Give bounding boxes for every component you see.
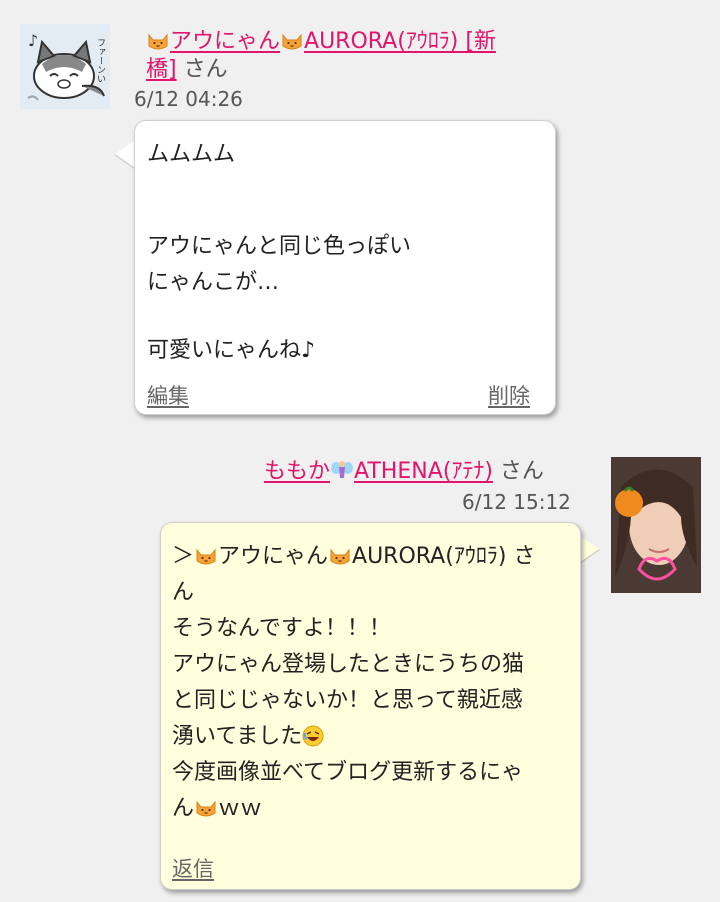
- author-avatar[interactable]: ♪ ファーンい: [20, 24, 110, 109]
- quote-line: ＞アウにゃん AURORA(ｱｳﾛﾗ) さ: [172, 544, 536, 569]
- post-timestamp: 6/12 04:26: [134, 87, 243, 111]
- bubble-tail: [579, 535, 599, 563]
- message-line: 湧いてました: [172, 719, 535, 755]
- author-name-link[interactable]: ももか ATHENA(ｱﾃﾅ): [264, 459, 493, 484]
- cat-emoji-icon: [329, 546, 351, 566]
- message-line: アウにゃん登場したときにうちの猫: [172, 652, 525, 677]
- bubble-tail: [115, 140, 135, 168]
- message-line: ん ｗｗ: [172, 796, 263, 821]
- music-note-icon: ♪: [28, 31, 38, 50]
- message-line: と同じじゃないか！と思って親近感: [172, 688, 523, 713]
- post-timestamp: 6/12 15:12: [462, 490, 571, 514]
- message-text: ＞アウにゃん AURORA(ｱｳﾛﾗ) さ ん そうなんですよ！！！ アウにゃん登…: [172, 539, 535, 827]
- message-line: そうなんですよ！！！: [172, 616, 391, 641]
- author-name-link[interactable]: アウにゃん AURORA(ｱｳﾛﾗ) [新: [146, 29, 496, 54]
- message-line: 可愛いにゃんね♪: [147, 338, 316, 363]
- author-name-row-2: 橋] さん: [146, 56, 228, 84]
- honorific: さん: [183, 57, 228, 82]
- message-line: ん: [172, 580, 195, 605]
- message-line: アウにゃんと同じ色っぽい: [147, 234, 412, 259]
- cat-emoji-icon: [281, 31, 303, 51]
- author-avatar[interactable]: [611, 457, 701, 593]
- cat-emoji-icon: [147, 31, 169, 51]
- honorific: さん: [499, 459, 544, 484]
- avatar-caption: ファーンい: [95, 38, 105, 83]
- author-name-row: アウにゃん AURORA(ｱｳﾛﾗ) [新: [146, 28, 496, 56]
- delete-link[interactable]: 削除: [488, 380, 530, 410]
- cat-emoji-icon: [195, 798, 217, 818]
- message-line: 今度画像並べてブログ更新するにゃ: [172, 760, 524, 785]
- message-line: にゃんこが…: [147, 270, 280, 295]
- message-line: ムムムム: [147, 142, 236, 167]
- laughing-emoji-icon: [302, 725, 324, 747]
- author-name-row: ももか ATHENA(ｱﾃﾅ) さん: [264, 458, 544, 486]
- reply-link[interactable]: 返信: [172, 853, 214, 883]
- cat-emoji-icon: [195, 546, 217, 566]
- author-name-link-cont[interactable]: 橋]: [146, 57, 177, 82]
- edit-link[interactable]: 編集: [147, 380, 189, 410]
- message-line: [147, 173, 411, 209]
- fairy-emoji-icon: [331, 461, 354, 478]
- message-text: ムムムム アウにゃんと同じ色っぽい にゃんこが… 可愛いにゃんね♪: [147, 137, 411, 369]
